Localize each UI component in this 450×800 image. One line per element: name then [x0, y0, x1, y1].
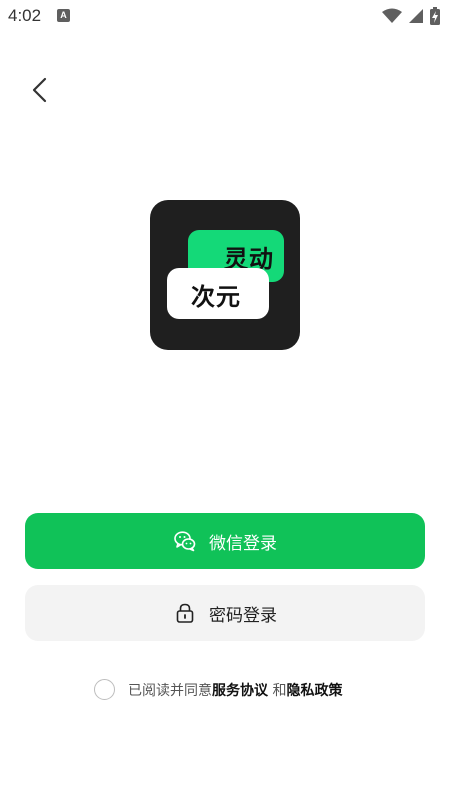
notification-badge-icon: A [57, 9, 70, 22]
password-login-label: 密码登录 [209, 605, 277, 626]
back-button[interactable] [22, 72, 58, 108]
status-bar: 4:02 A [0, 0, 450, 32]
logo-white-bubble: 次元 [167, 268, 269, 319]
battery-charging-icon [430, 7, 440, 25]
lock-icon [173, 601, 197, 625]
wechat-login-button[interactable]: 微信登录 [25, 513, 425, 569]
app-logo: 灵动 次元 [150, 200, 300, 350]
logo-line2: 次元 [191, 283, 241, 311]
agreement-text: 已阅读并同意服务协议 和隐私政策 [128, 680, 342, 700]
chevron-left-icon [32, 77, 47, 103]
privacy-policy-link[interactable]: 隐私政策 [286, 683, 342, 699]
wifi-icon [382, 8, 402, 23]
agreement-checkbox[interactable] [94, 679, 115, 700]
wechat-icon [173, 529, 197, 553]
password-login-button[interactable]: 密码登录 [25, 585, 425, 641]
status-time: 4:02 [8, 6, 42, 25]
terms-of-service-link[interactable]: 服务协议 [212, 683, 268, 699]
agreement-conjunction: 和 [268, 683, 287, 699]
agreement-row: 已阅读并同意服务协议 和隐私政策 [0, 676, 450, 702]
agreement-prefix: 已阅读并同意 [128, 683, 212, 699]
wechat-login-label: 微信登录 [209, 533, 277, 554]
status-icons [382, 6, 440, 26]
signal-icon [409, 9, 423, 23]
